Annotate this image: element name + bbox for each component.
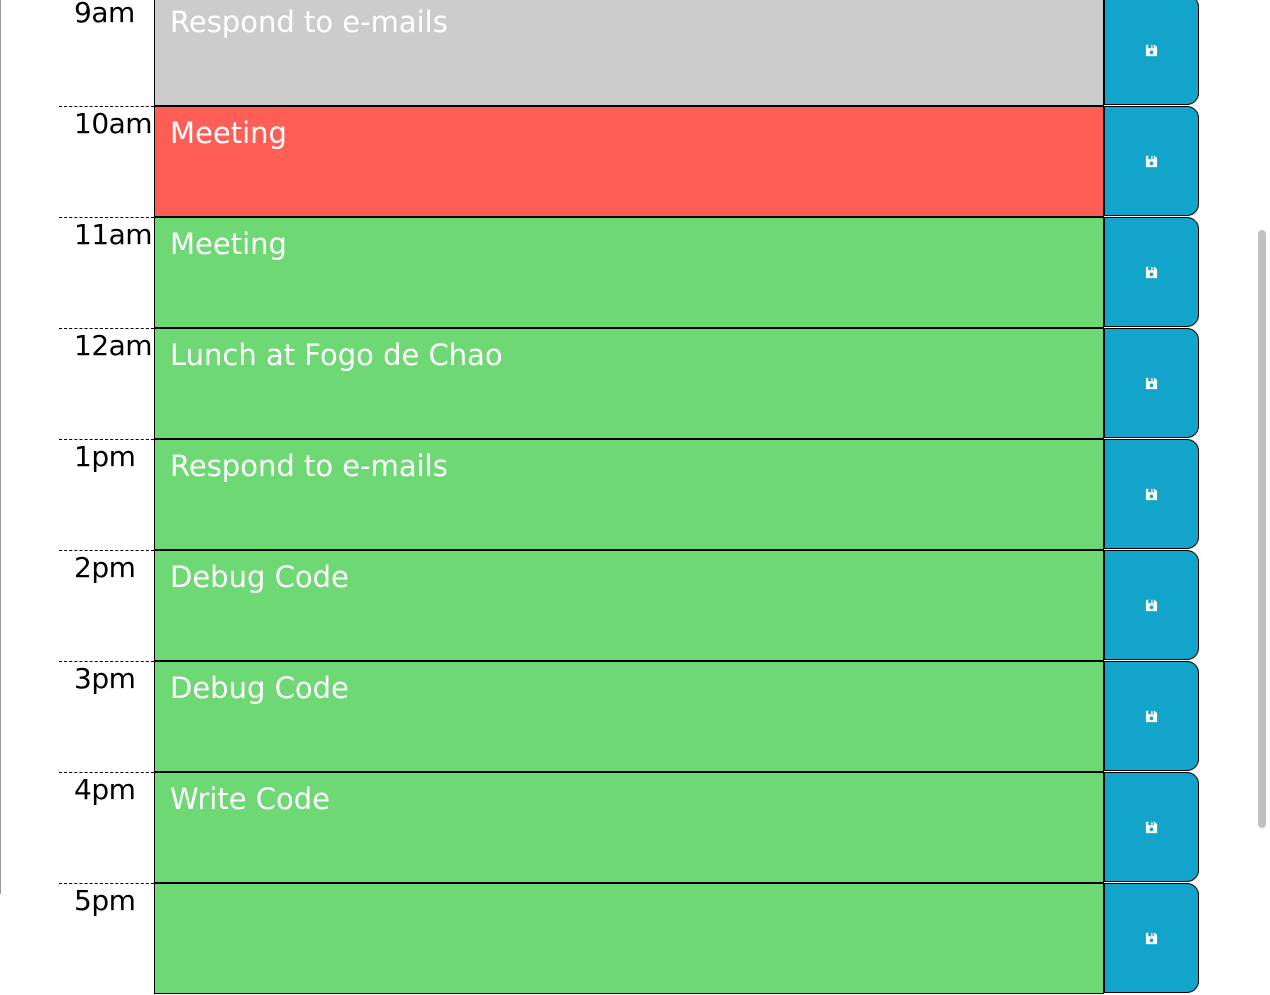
save-icon [1145,155,1158,168]
save-icon [1145,488,1158,501]
time-block-2pm: 2pm Debug Code [1,550,1256,661]
hour-label: 12am [59,328,154,439]
task-input[interactable]: Respond to e-mails [154,439,1104,550]
save-button[interactable] [1104,661,1199,771]
save-button[interactable] [1104,106,1199,216]
task-input[interactable] [154,883,1104,994]
save-icon [1145,266,1158,279]
schedule-container: 9am Respond to e-mails 10am Meeting 11am… [1,0,1256,995]
save-icon [1145,377,1158,390]
save-button[interactable] [1104,439,1199,549]
save-icon [1145,932,1158,945]
hour-label: 4pm [59,772,154,883]
time-block-4pm: 4pm Write Code [1,772,1256,883]
save-icon [1145,599,1158,612]
save-button[interactable] [1104,550,1199,660]
time-block-12am: 12am Lunch at Fogo de Chao [1,328,1256,439]
save-icon [1145,821,1158,834]
task-input[interactable]: Debug Code [154,550,1104,661]
save-button[interactable] [1104,328,1199,438]
hour-label: 1pm [59,439,154,550]
save-icon [1145,710,1158,723]
hour-label: 9am [59,0,154,106]
task-input[interactable]: Respond to e-mails [154,0,1104,106]
time-block-11am: 11am Meeting [1,217,1256,328]
hour-label: 2pm [59,550,154,661]
time-block-5pm: 5pm [1,883,1256,994]
planner-window: 9am Respond to e-mails 10am Meeting 11am… [0,0,1269,994]
hour-label: 5pm [59,883,154,994]
task-input[interactable]: Lunch at Fogo de Chao [154,328,1104,439]
task-input[interactable]: Meeting [154,106,1104,217]
save-button[interactable] [1104,0,1199,105]
hour-label: 10am [59,106,154,217]
time-block-10am: 10am Meeting [1,106,1256,217]
task-input[interactable]: Write Code [154,772,1104,883]
task-input[interactable]: Debug Code [154,661,1104,772]
time-block-9am: 9am Respond to e-mails [1,0,1256,106]
save-button[interactable] [1104,217,1199,327]
scrollbar-thumb[interactable] [1258,230,1266,828]
save-button[interactable] [1104,772,1199,882]
save-button[interactable] [1104,883,1199,993]
hour-label: 11am [59,217,154,328]
save-icon [1145,44,1158,57]
task-input[interactable]: Meeting [154,217,1104,328]
hour-label: 3pm [59,661,154,772]
time-block-1pm: 1pm Respond to e-mails [1,439,1256,550]
time-block-3pm: 3pm Debug Code [1,661,1256,772]
